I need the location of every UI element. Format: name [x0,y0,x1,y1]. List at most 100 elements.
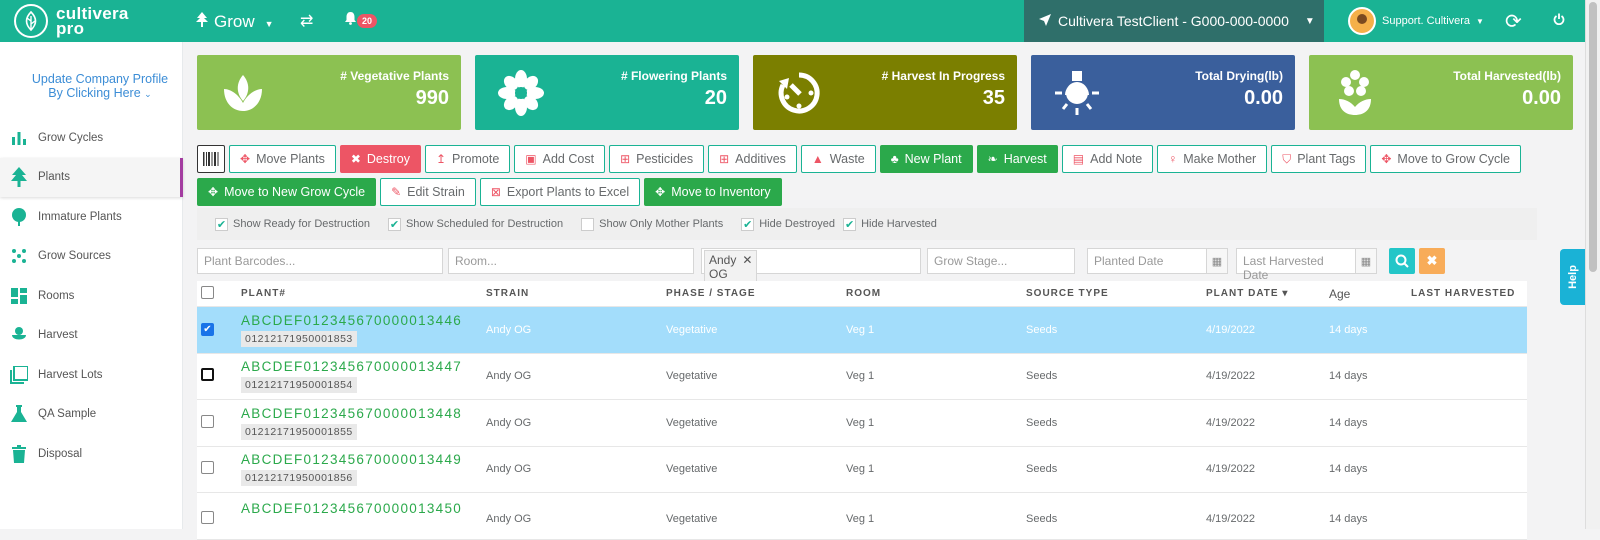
plant-barcodes-input[interactable]: Plant Barcodes... [197,248,443,274]
header-plant-date[interactable]: PLANT DATE ▾ [1206,288,1329,299]
harvest-button[interactable]: ❧ Harvest [976,145,1058,173]
filter-ready-for-destruction[interactable]: ✔ Show Ready for Destruction [215,217,370,231]
calendar-icon[interactable]: ▦ [1206,248,1228,274]
card-flowering[interactable]: # Flowering Plants 20 [475,55,739,130]
filter-hide-harvested[interactable]: ✔ Hide Harvested [843,217,937,231]
sidebar-item-grow-sources[interactable]: Grow Sources [0,237,183,277]
user-menu[interactable]: Support. Cultivera ▼ [1348,7,1484,35]
export-excel-button[interactable]: ⊠ Export Plants to Excel [479,178,641,206]
strain-chip[interactable]: Andy OG ✕ [704,250,758,284]
page-scrollbar[interactable] [1585,0,1600,529]
grow-menu[interactable]: Grow ▼ [196,12,274,32]
row-checkbox[interactable] [201,511,214,524]
checkbox-label: Show Only Mother Plants [599,218,724,230]
client-selector[interactable]: Cultivera TestClient - G000-000-0000 ▼ [1024,0,1324,42]
checkbox[interactable]: ✔ [387,217,401,231]
filter-only-mother-plants[interactable]: Show Only Mother Plants [581,217,724,231]
power-icon[interactable] [1553,13,1565,28]
add-note-button[interactable]: ▤ Add Note [1061,145,1154,173]
plant-number-link[interactable]: ABCDEF012345670000013449 [241,452,486,467]
room-input[interactable]: Room... [448,248,694,274]
move-to-inventory-button[interactable]: ✥ Move to Inventory [644,178,782,206]
edit-strain-button[interactable]: ✎ Edit Strain [380,178,476,206]
card-total-harvested[interactable]: Total Harvested(lb) 0.00 [1309,55,1573,130]
pesticides-button[interactable]: ⊞ Pesticides [609,145,705,173]
sidebar-item-plants[interactable]: Plants [0,157,183,197]
make-mother-button[interactable]: ♀ Make Mother [1157,145,1268,173]
sidebar-item-disposal[interactable]: Disposal [0,434,183,474]
bell-icon[interactable] [344,11,357,28]
help-tab[interactable]: Help [1560,249,1586,305]
tags-icon: ⛉ [1282,151,1292,166]
card-harvest-in-progress[interactable]: # Harvest In Progress 35 [753,55,1017,130]
move-icon: ✥ [655,185,666,199]
waste-button[interactable]: ▲ Waste [800,145,876,173]
header-source-type[interactable]: SOURCE TYPE [1026,288,1206,299]
money-icon: ▣ [525,152,537,166]
plant-number-link[interactable]: ABCDEF012345670000013450 [241,501,486,516]
last-harvested-date-input[interactable]: Last Harvested Date [1236,248,1356,282]
header-phase[interactable]: PHASE / STAGE [666,288,846,299]
table-row[interactable]: ✔ ABCDEF012345670000013446 01212171950001… [197,307,1527,354]
caret-down-icon: ▼ [1476,16,1484,26]
row-checkbox[interactable] [201,414,214,428]
header-age[interactable]: Age [1329,287,1411,301]
update-profile-link[interactable]: Update Company Profile By Clicking Here … [0,72,200,101]
destroy-button[interactable]: ✖ Destroy [339,145,421,173]
row-checkbox[interactable] [201,461,214,475]
checkbox[interactable]: ✔ [843,217,857,231]
header-strain[interactable]: STRAIN [486,288,666,299]
checkbox[interactable] [581,217,595,231]
scrollbar-thumb[interactable] [1589,2,1597,272]
move-to-grow-cycle-button[interactable]: ✥ Move to Grow Cycle [1370,145,1521,173]
logo[interactable]: cultivera pro [14,4,129,38]
header-last-harvested[interactable]: LAST HARVESTED [1411,288,1527,299]
card-total-drying[interactable]: Total Drying(lb) 0.00 [1031,55,1295,130]
calendar-icon[interactable]: ▦ [1355,248,1377,274]
add-cost-button[interactable]: ▣ Add Cost [514,145,606,173]
move-plants-button[interactable]: ✥ Move Plants [229,145,336,173]
cell-age: 14 days [1329,463,1368,476]
sidebar-item-rooms[interactable]: Rooms [0,276,183,316]
sidebar-item-qa-sample[interactable]: QA Sample [0,395,183,435]
filter-hide-destroyed[interactable]: ✔ Hide Destroyed [741,217,835,231]
table-row[interactable]: ABCDEF012345670000013449 0121217195000185… [197,446,1527,493]
sidebar-item-grow-cycles[interactable]: Grow Cycles [0,118,183,158]
grow-stage-input[interactable]: Grow Stage... [927,248,1075,274]
filter-scheduled-for-destruction[interactable]: ✔ Show Scheduled for Destruction [387,217,563,231]
row-checkbox[interactable] [201,368,214,382]
plant-number-link[interactable]: ABCDEF012345670000013446 [241,313,486,328]
sidebar-item-immature-plants[interactable]: Immature Plants [0,197,183,237]
table-row[interactable]: ABCDEF012345670000013447 0121217195000185… [197,353,1527,400]
new-plant-button[interactable]: ♣ New Plant [879,145,973,173]
additives-button[interactable]: ⊞ Additives [708,145,797,173]
swap-icon[interactable]: ⇄ [300,11,313,31]
search-button[interactable] [1389,248,1415,274]
button-label: New Plant [904,152,962,166]
sidebar-item-harvest[interactable]: Harvest [0,316,183,356]
header-plant[interactable]: PLANT# [241,288,486,299]
remove-icon[interactable]: ✕ [742,253,752,281]
row-checkbox[interactable]: ✔ [201,323,214,337]
plant-number-link[interactable]: ABCDEF012345670000013447 [241,359,486,374]
cell-age: 14 days [1329,513,1368,525]
refresh-icon[interactable]: ⟳ [1505,9,1522,34]
header-room[interactable]: ROOM [846,288,1026,299]
move-to-new-grow-cycle-button[interactable]: ✥ Move to New Grow Cycle [197,178,377,206]
barcode-scan-button[interactable] [197,145,225,173]
harvest-icon [10,326,28,344]
plant-tags-button[interactable]: ⛉ Plant Tags [1271,145,1367,173]
table-row[interactable]: ABCDEF012345670000013448 0121217195000185… [197,400,1527,447]
seeds-icon [10,247,28,265]
checkbox[interactable]: ✔ [215,217,228,231]
select-all-checkbox[interactable] [201,285,214,299]
table-row[interactable]: ABCDEF012345670000013450 Andy OG Vegetat… [197,493,1527,540]
planted-date-input[interactable]: Planted Date [1087,248,1207,274]
checkbox[interactable]: ✔ [741,217,755,231]
plant-number-link[interactable]: ABCDEF012345670000013448 [241,406,486,421]
sidebar-item-harvest-lots[interactable]: Harvest Lots [0,355,183,395]
promote-button[interactable]: ↥ Promote [424,145,511,173]
card-vegetative[interactable]: # Vegetative Plants 990 [197,55,461,130]
cell-plant-date: 4/19/2022 [1206,370,1255,383]
clear-filters-button[interactable]: ✖ [1419,248,1445,274]
